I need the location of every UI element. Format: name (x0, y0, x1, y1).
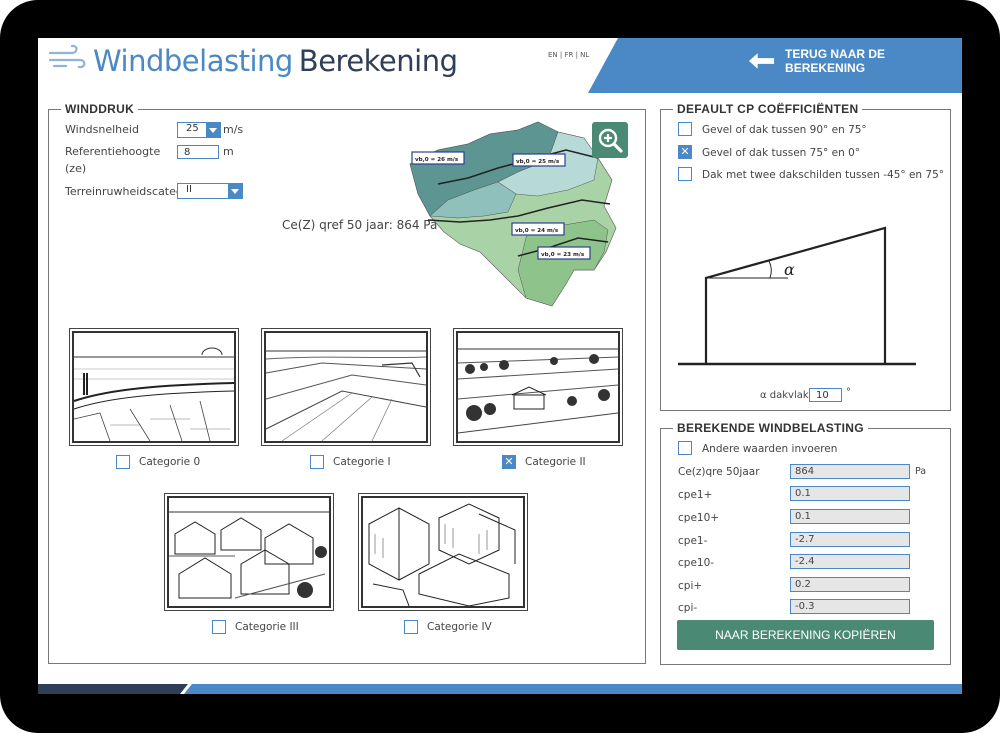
belgium-wind-map: vb,0 = 26 m/s vb,0 = 25 m/s vb,0 = 24 m/… (409, 121, 617, 307)
map-label-23: vb,0 = 23 m/s (537, 246, 591, 260)
row-label-cpe1-plus: cpe1+ (678, 489, 713, 501)
terrein-label: Terreinruwheidscategorie (65, 185, 177, 198)
terrein-value: II (186, 184, 192, 195)
row-value-ce[interactable]: 864 (790, 464, 910, 479)
dakvlak-label: α dakvlak: (760, 390, 813, 401)
checkbox-cp-75-0[interactable]: ✕ (678, 145, 692, 159)
referentiehoogte-unit: m (223, 145, 234, 158)
checkbox-categorie-3[interactable] (212, 620, 226, 634)
map-label-26: vb,0 = 26 m/s (411, 151, 465, 165)
sketch-categorie-2[interactable] (453, 328, 623, 446)
windsnelheid-value: 25 (186, 123, 199, 134)
checkbox-cp-two-roofs[interactable] (678, 167, 692, 181)
sketch-categorie-1[interactable] (261, 328, 431, 446)
svg-text:vb,0 = 24 m/s: vb,0 = 24 m/s (515, 228, 559, 234)
zoom-in-icon (598, 128, 623, 153)
terrein-select[interactable]: II (177, 183, 243, 199)
checkbox-categorie-4[interactable] (404, 620, 418, 634)
chevron-down-icon (206, 123, 220, 137)
cp-option-3-label: Dak met twee dakschilden tussen -45° en … (702, 169, 945, 181)
page-title: Windbelasting Berekening (93, 44, 458, 78)
checkbox-other-values[interactable] (678, 441, 692, 455)
berekende-legend: BEREKENDE WINDBELASTING (677, 421, 864, 435)
header-blue-bar: TERUG NAAR DE BEREKENING (588, 38, 962, 93)
chevron-down-icon (228, 184, 242, 198)
svg-text:vb,0 = 26 m/s: vb,0 = 26 m/s (415, 157, 459, 163)
row-value-cpe10-min[interactable]: -2.4 (790, 554, 910, 569)
row-value-cpe1-min[interactable]: -2.7 (790, 532, 910, 547)
row-value-cpe10-plus[interactable]: 0.1 (790, 509, 910, 524)
label-categorie-3: Categorie III (235, 621, 299, 633)
sketch-categorie-0[interactable] (69, 328, 239, 446)
wind-logo-icon (48, 44, 86, 69)
windsnelheid-label: Windsnelheid (65, 123, 139, 136)
title-part1: Windbelasting (93, 44, 293, 78)
referentiehoogte-label: Referentiehoogte (65, 145, 161, 158)
footer-bar-dark (38, 684, 188, 694)
other-values-label: Andere waarden invoeren (702, 443, 838, 455)
label-categorie-0: Categorie 0 (139, 456, 201, 468)
city-sketch (361, 496, 525, 608)
title-part2: Berekening (298, 44, 458, 78)
row-label-cpe1-min: cpe1- (678, 535, 708, 547)
copy-to-calculation-button[interactable]: NAAR BEREKENING KOPIËREN (677, 620, 934, 650)
cp-option-1-label: Gevel of dak tussen 90° en 75° (702, 124, 867, 136)
arrow-left-icon (748, 53, 775, 69)
countryside-sketch (456, 331, 620, 443)
windsnelheid-select[interactable]: 25 (177, 122, 221, 138)
svg-text:vb,0 = 23 m/s: vb,0 = 23 m/s (541, 252, 585, 258)
sea-landscape-sketch (72, 331, 236, 443)
map-label-25: vb,0 = 25 m/s (512, 153, 566, 167)
referentiehoogte-input[interactable]: 8 (177, 145, 219, 159)
dakvlak-input[interactable]: 10 (809, 388, 842, 402)
village-sketch (167, 496, 331, 608)
open-field-sketch (264, 331, 428, 443)
label-categorie-1: Categorie I (333, 456, 391, 468)
checkbox-categorie-2[interactable]: ✕ (502, 455, 516, 469)
dakvlak-unit: ° (846, 387, 851, 398)
row-label-cpi-min: cpi- (678, 602, 698, 614)
map-label-24: vb,0 = 24 m/s (511, 222, 565, 236)
checkbox-cp-90-75[interactable] (678, 122, 692, 136)
cp-option-2-label: Gevel of dak tussen 75° en 0° (702, 147, 860, 159)
row-label-cpe10-min: cpe10- (678, 557, 715, 569)
back-button-label: TERUG NAAR DE BEREKENING (785, 47, 886, 75)
header: Windbelasting Berekening EN | FR | NL TER… (38, 38, 962, 94)
windsnelheid-unit: m/s (223, 123, 244, 136)
checkbox-categorie-0[interactable] (116, 455, 130, 469)
svg-text:vb,0 = 25 m/s: vb,0 = 25 m/s (516, 159, 560, 165)
language-switch[interactable]: EN | FR | NL (548, 51, 589, 59)
footer-bar-blue (184, 684, 962, 694)
roof-angle-diagram: α (678, 226, 916, 366)
app-screen: Windbelasting Berekening EN | FR | NL TER… (38, 38, 962, 694)
referentiehoogte-sublabel: (ze) (65, 162, 87, 175)
checkbox-categorie-1[interactable] (310, 455, 324, 469)
row-label-cpe10-plus: cpe10+ (678, 512, 720, 524)
row-label-ce: Ce(z)qre 50jaar (678, 466, 760, 478)
zoom-button[interactable] (592, 122, 628, 158)
label-categorie-4: Categorie IV (427, 621, 492, 633)
row-label-cpi-plus: cpi+ (678, 580, 703, 592)
sketch-categorie-4[interactable] (358, 493, 528, 611)
row-value-cpe1-plus[interactable]: 0.1 (790, 486, 910, 501)
sketch-categorie-3[interactable] (164, 493, 334, 611)
alpha-symbol: α (784, 260, 795, 279)
row-value-cpi-plus[interactable]: 0.2 (790, 577, 910, 592)
row-value-cpi-min[interactable]: -0.3 (790, 599, 910, 614)
back-button[interactable]: TERUG NAAR DE BEREKENING (748, 47, 962, 75)
row-unit-ce: Pa (915, 466, 927, 477)
cp-legend: DEFAULT CP COËFFICIËNTEN (677, 102, 859, 116)
label-categorie-2: Categorie II (525, 456, 586, 468)
winddruk-legend: WINDDRUK (65, 102, 135, 116)
